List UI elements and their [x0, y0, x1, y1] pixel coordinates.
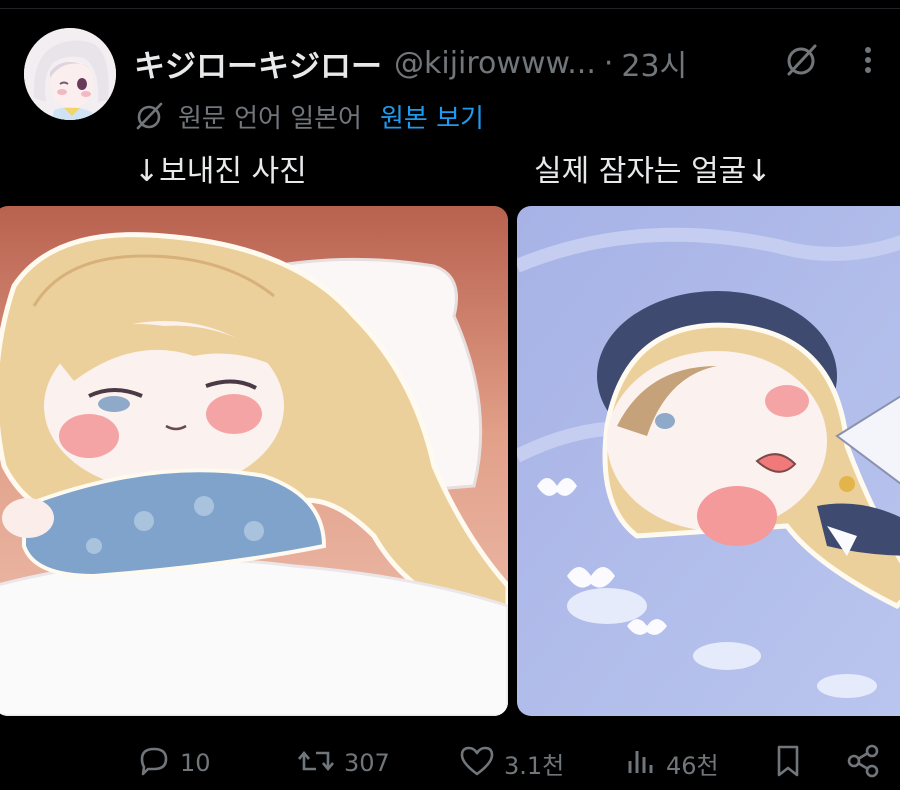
grok-icon [783, 41, 821, 83]
views-count: 46천 [666, 751, 719, 780]
more-button[interactable] [846, 42, 890, 82]
translate-icon [134, 99, 168, 133]
timestamp[interactable]: 23시 [621, 41, 687, 85]
media-image-2[interactable] [517, 206, 900, 716]
divider-top [0, 8, 900, 9]
media-image-1[interactable] [0, 206, 508, 716]
like-count: 3.1천 [504, 751, 565, 780]
display-name[interactable]: キジローキジロー [134, 41, 382, 86]
repost-button[interactable]: 307 [296, 736, 390, 790]
grok-button[interactable] [780, 42, 824, 82]
reply-icon [136, 743, 172, 783]
caption-right: 실제 잠자는 얼굴↓ [534, 154, 772, 189]
user-handle[interactable]: @kijirowww... [394, 46, 596, 81]
views-icon [622, 743, 658, 783]
like-icon [458, 743, 496, 783]
show-original-link[interactable]: 원본 보기 [380, 98, 484, 135]
tweet-actions: 10 307 3.1천 46천 [0, 736, 900, 790]
tweet-header: キジローキジロー @kijirowww... · 23시 [134, 38, 687, 88]
avatar[interactable] [24, 28, 116, 120]
reply-count: 10 [180, 749, 211, 777]
caption-left: ↓보내진 사진 [134, 154, 307, 189]
views-button[interactable]: 46천 [622, 736, 719, 790]
bookmark-icon [772, 743, 804, 783]
separator-dot: · [603, 45, 614, 81]
repost-count: 307 [344, 749, 390, 777]
share-button[interactable] [844, 736, 882, 790]
more-icon [863, 45, 873, 79]
repost-icon [296, 743, 336, 783]
bookmark-button[interactable] [772, 736, 804, 790]
translation-language: 원문 언어 일본어 [178, 103, 362, 134]
reply-button[interactable]: 10 [136, 736, 211, 790]
like-button[interactable]: 3.1천 [458, 736, 564, 790]
share-icon [844, 743, 882, 783]
translation-notice: 원문 언어 일본어 원본 보기 [134, 96, 484, 136]
